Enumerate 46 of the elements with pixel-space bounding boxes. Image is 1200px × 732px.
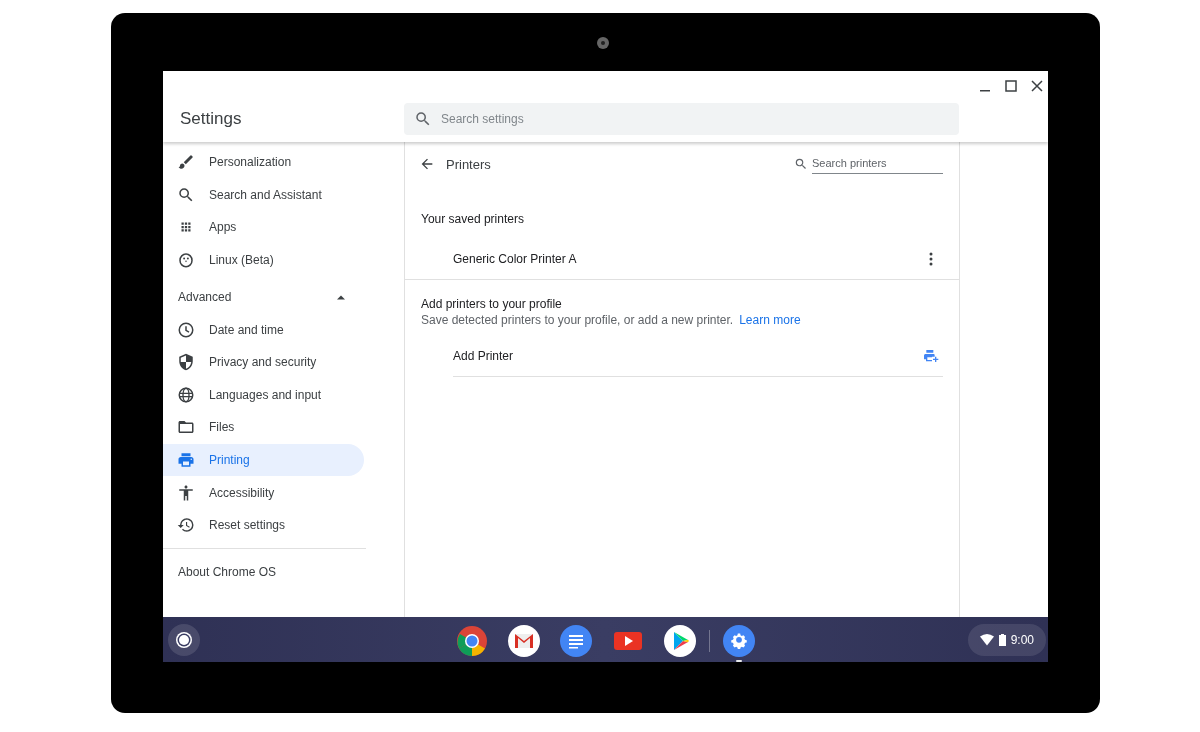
- camera-lens: [597, 37, 609, 49]
- search-icon: [794, 157, 808, 171]
- settings-icon[interactable]: [723, 624, 755, 657]
- more-menu-icon[interactable]: [929, 252, 933, 266]
- section-description: Save detected printers to your profile, or add a new printer.: [421, 313, 734, 327]
- sidebar-item[interactable]: Search and Assistant: [163, 178, 364, 212]
- sidebar-item[interactable]: Personalization: [163, 146, 364, 179]
- mail-icon[interactable]: [508, 624, 540, 657]
- section-heading: Add printers to your profile: [421, 296, 563, 312]
- sidebar-item[interactable]: Accessibility: [163, 476, 364, 509]
- history-icon: [177, 516, 195, 535]
- maximize-icon[interactable]: [1002, 77, 1020, 95]
- search-printers-field[interactable]: Search printers: [812, 154, 943, 174]
- document-icon[interactable]: [560, 624, 592, 657]
- browser-icon[interactable]: [456, 624, 488, 657]
- sidebar-item[interactable]: Linux (Beta): [163, 243, 364, 277]
- sidebar-item[interactable]: Languages and input: [163, 378, 364, 412]
- sidebar-item[interactable]: Printing: [163, 443, 364, 477]
- battery-icon: [998, 633, 1006, 646]
- search-icon: [414, 110, 432, 128]
- shield-icon: [177, 353, 195, 372]
- sidebar-item[interactable]: Reset settings: [163, 508, 364, 542]
- printer-icon: [177, 451, 195, 470]
- search-icon: [177, 185, 195, 204]
- sidebar-item[interactable]: Apps: [163, 211, 364, 244]
- printer-name: Generic Color Printer A: [453, 252, 578, 266]
- wifi-icon: [979, 633, 994, 646]
- clock-time: 9:00: [1010, 632, 1034, 647]
- sidebar-item[interactable]: About Chrome OS: [163, 548, 404, 583]
- status-tray[interactable]: 9:00: [967, 623, 1046, 656]
- learn-more-link[interactable]: Learn more: [739, 313, 801, 327]
- brush-icon: [177, 153, 195, 172]
- section-heading: Your saved printers: [421, 211, 525, 228]
- clock-icon: [177, 320, 195, 339]
- advanced-section-toggle[interactable]: Advanced: [163, 276, 358, 314]
- page-title: Printers: [446, 156, 491, 172]
- globe-icon: [177, 385, 195, 404]
- add-printer-icon[interactable]: [923, 348, 939, 364]
- add-printer-row[interactable]: Add Printer: [453, 336, 943, 377]
- launcher-button[interactable]: [168, 623, 200, 656]
- window-title: Settings: [179, 109, 243, 129]
- sidebar-item[interactable]: Date and time: [163, 313, 364, 346]
- sidebar-item[interactable]: Files: [163, 411, 364, 444]
- person-icon: [177, 483, 195, 502]
- sidebar-item[interactable]: Privacy and security: [163, 345, 364, 379]
- back-arrow-icon[interactable]: [419, 156, 435, 172]
